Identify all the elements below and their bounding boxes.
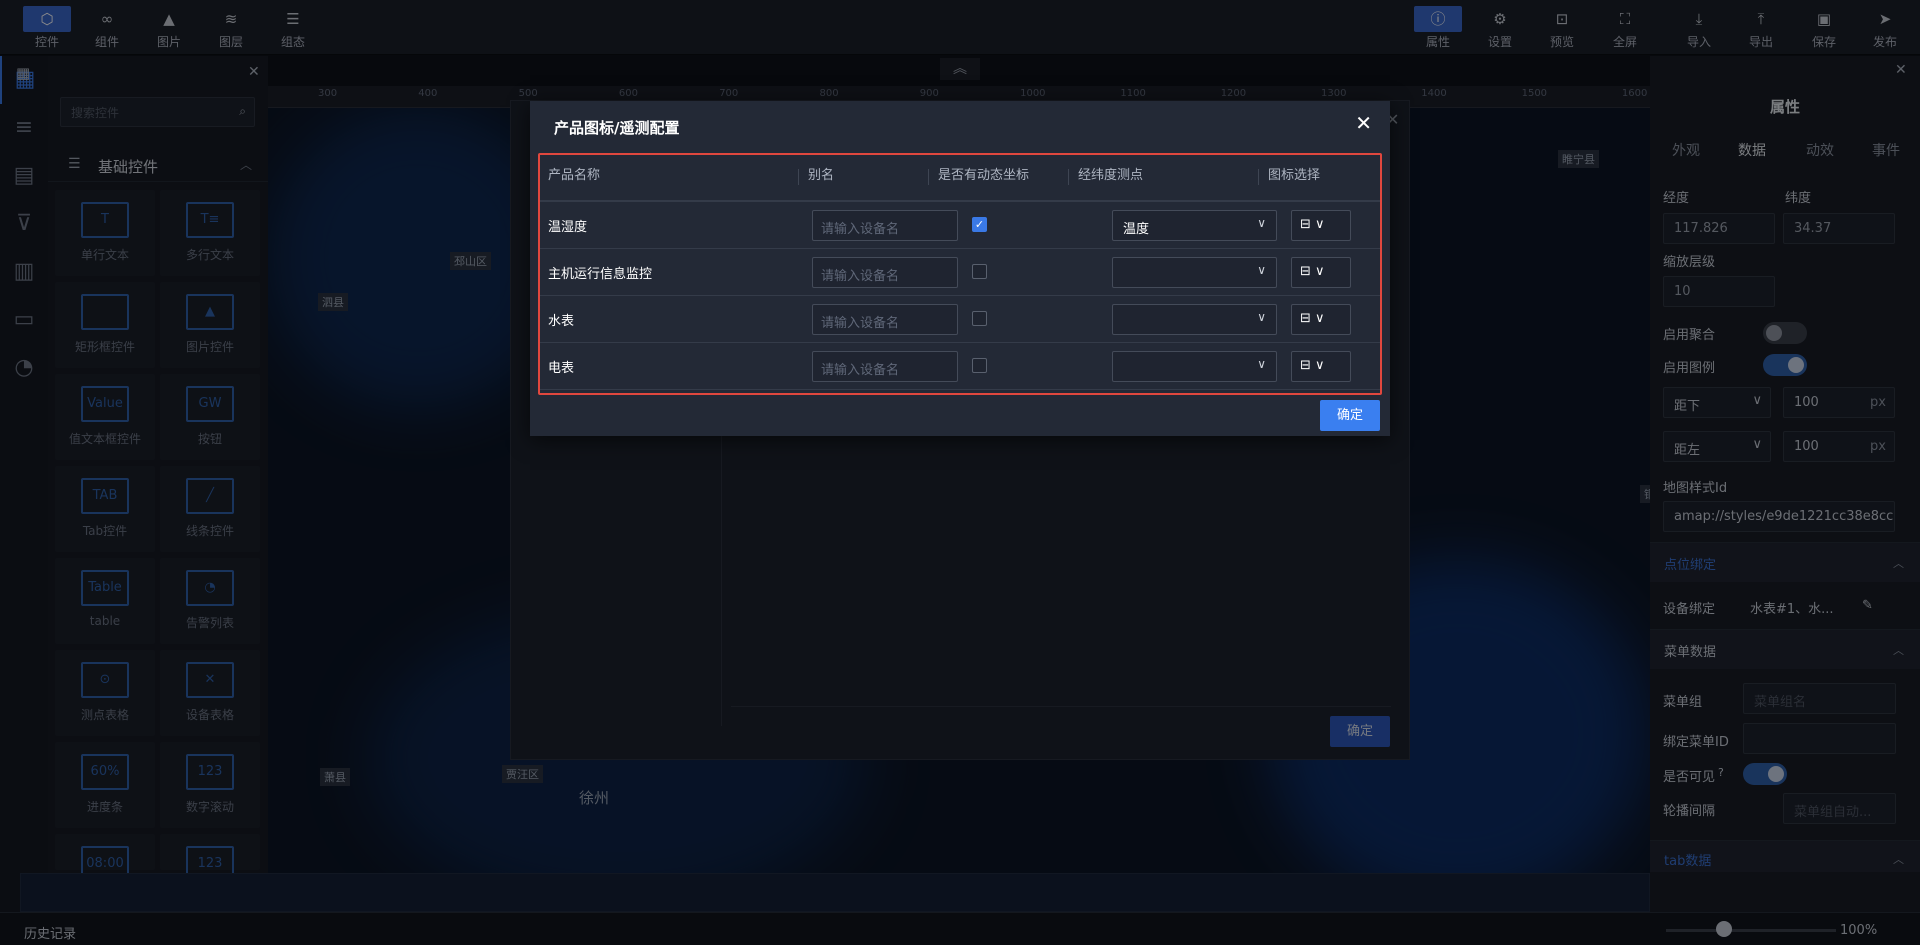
- column-separator: [928, 169, 929, 185]
- alias-input[interactable]: 请输入设备名: [812, 257, 958, 288]
- table-row: 水表 请输入设备名 ∨ ⊟ ∨: [540, 296, 1380, 343]
- column-header: 产品名称: [540, 155, 800, 201]
- chevron-down-icon: ∨: [1257, 263, 1266, 277]
- chevron-down-icon: ∨: [1257, 357, 1266, 371]
- select-value: 温度: [1123, 222, 1150, 237]
- dialog-title: 产品图标/遥测配置: [554, 119, 680, 137]
- dynamic-coordinate-checkbox[interactable]: [972, 264, 987, 279]
- product-name: 电表: [548, 361, 575, 376]
- column-header: 图标选择: [1260, 155, 1380, 201]
- dynamic-coordinate-checkbox[interactable]: [972, 311, 987, 326]
- alias-input[interactable]: 请输入设备名: [812, 351, 958, 382]
- dynamic-coordinate-checkbox[interactable]: ✓: [972, 217, 987, 232]
- column-separator: [1258, 169, 1259, 185]
- device-icon: ⊟: [1300, 217, 1311, 232]
- product-name: 温湿度: [548, 220, 588, 235]
- chevron-down-icon: ∨: [1257, 216, 1266, 230]
- chevron-down-icon: ∨: [1310, 264, 1325, 279]
- chevron-down-icon: ∨: [1257, 310, 1266, 324]
- lat-lng-point-select[interactable]: ∨: [1112, 257, 1277, 288]
- product-name: 主机运行信息监控: [548, 267, 653, 282]
- chevron-down-icon: ∨: [1310, 311, 1325, 326]
- icon-select[interactable]: ⊟ ∨: [1291, 351, 1351, 382]
- device-icon: ⊟: [1300, 264, 1311, 279]
- lat-lng-point-select[interactable]: ∨: [1112, 351, 1277, 382]
- device-icon: ⊟: [1300, 311, 1311, 326]
- table-row: 电表 请输入设备名 ∨ ⊟ ∨: [540, 343, 1380, 390]
- config-table: 产品名称 别名 是否有动态坐标 经纬度测点 图标选择 温湿度 请输入设备名 ✓ 温度 ∨ ⊟ ∨ 主机…: [538, 153, 1382, 395]
- chevron-down-icon: ∨: [1310, 358, 1325, 373]
- device-icon: ⊟: [1300, 358, 1311, 373]
- icon-select[interactable]: ⊟ ∨: [1291, 257, 1351, 288]
- chevron-down-icon: ∨: [1310, 217, 1325, 232]
- icon-select[interactable]: ⊟ ∨: [1291, 304, 1351, 335]
- alias-input[interactable]: 请输入设备名: [812, 304, 958, 335]
- dynamic-coordinate-checkbox[interactable]: [972, 358, 987, 373]
- column-header: 是否有动态坐标: [930, 155, 1070, 201]
- column-header: 经纬度测点: [1070, 155, 1260, 201]
- lat-lng-point-select[interactable]: 温度 ∨: [1112, 210, 1277, 241]
- column-header: 别名: [800, 155, 930, 201]
- table-row: 主机运行信息监控 请输入设备名 ∨ ⊟ ∨: [540, 249, 1380, 296]
- column-separator: [1068, 169, 1069, 185]
- lat-lng-point-select[interactable]: ∨: [1112, 304, 1277, 335]
- close-icon[interactable]: ✕: [1355, 111, 1372, 135]
- icon-select[interactable]: ⊟ ∨: [1291, 210, 1351, 241]
- ok-button[interactable]: 确定: [1320, 400, 1380, 431]
- table-row: 温湿度 请输入设备名 ✓ 温度 ∨ ⊟ ∨: [540, 202, 1380, 249]
- column-separator: [798, 169, 799, 185]
- alias-input[interactable]: 请输入设备名: [812, 210, 958, 241]
- product-name: 水表: [548, 314, 575, 329]
- product-icon-telemetry-dialog: 产品图标/遥测配置 ✕ 产品名称 别名 是否有动态坐标 经纬度测点 图标选择 温湿度 请输入…: [530, 101, 1390, 436]
